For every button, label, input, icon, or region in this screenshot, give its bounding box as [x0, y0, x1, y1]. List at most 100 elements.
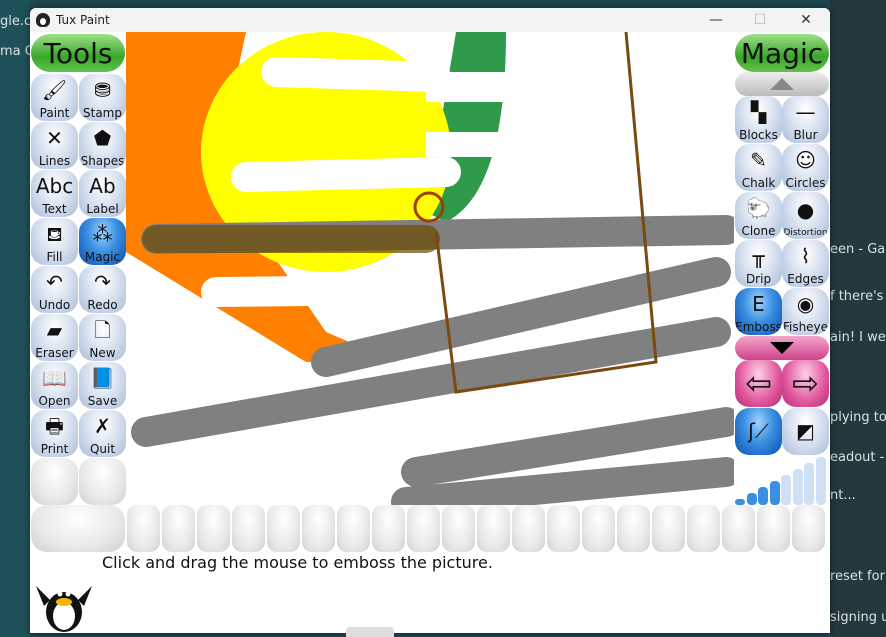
fullscreen-mode-icon: ◩: [796, 419, 815, 443]
paint-mode-button[interactable]: ʃ⟋: [735, 408, 782, 455]
color-swatch[interactable]: [197, 505, 230, 552]
tool-label: Stamp: [83, 106, 122, 120]
bg-text: nt...: [830, 488, 856, 503]
magic-label: Clone: [741, 224, 776, 238]
color-swatch[interactable]: [337, 505, 370, 552]
scroll-down-button[interactable]: [735, 336, 829, 360]
magic-drip[interactable]: ╥ Drip: [735, 240, 782, 287]
brush-size-selector[interactable]: [735, 456, 829, 505]
tux-icon: [36, 13, 50, 27]
tool-shapes[interactable]: ⬟ Shapes: [79, 122, 126, 169]
color-swatch[interactable]: [617, 505, 650, 552]
color-swatch[interactable]: [722, 505, 755, 552]
tool-print[interactable]: 🖶 Print: [31, 410, 78, 457]
color-swatch[interactable]: [582, 505, 615, 552]
tool-label[interactable]: Ab Label: [79, 170, 126, 217]
up-arrow-icon: [770, 78, 794, 90]
tool-label: Eraser: [35, 346, 74, 360]
color-swatch[interactable]: [477, 505, 510, 552]
bg-text: ma G: [0, 44, 30, 59]
drip-icon: ╥: [752, 244, 765, 268]
next-button[interactable]: ⇨: [782, 360, 829, 407]
scroll-up-button[interactable]: [735, 72, 829, 96]
magic-label: Distortion: [783, 228, 828, 238]
color-swatch[interactable]: [687, 505, 720, 552]
tool-magic[interactable]: ⁂ Magic: [79, 218, 126, 265]
tool-paint[interactable]: 🖌 Paint: [31, 74, 78, 121]
brush-size-option[interactable]: [746, 493, 757, 505]
tool-label: Redo: [87, 298, 118, 312]
color-swatch[interactable]: [267, 505, 300, 552]
tool-stamp[interactable]: ⛃ Stamp: [79, 74, 126, 121]
bg-text: f there's a: [830, 289, 886, 304]
bg-text: een - Gar: [830, 242, 886, 257]
drawing-canvas[interactable]: [126, 32, 734, 505]
maximize-button[interactable]: ☐: [738, 8, 782, 32]
tool-label: Open: [38, 394, 71, 408]
tool-label: Label: [86, 202, 119, 216]
label-icon: Ab: [89, 174, 116, 198]
tool-new[interactable]: 🗋 New: [79, 314, 126, 361]
tool-open[interactable]: 📖 Open: [31, 362, 78, 409]
tool-quit[interactable]: ✗ Quit: [79, 410, 126, 457]
fisheye-icon: ◉: [796, 292, 815, 316]
tool-lines[interactable]: ✕ Lines: [31, 122, 78, 169]
color-swatch[interactable]: [232, 505, 265, 552]
color-swatch[interactable]: [512, 505, 545, 552]
tool-save[interactable]: 📘 Save: [79, 362, 126, 409]
color-swatch[interactable]: [792, 505, 825, 552]
instruction-text: Click and drag the mouse to emboss the p…: [102, 553, 493, 572]
brush-size-option[interactable]: [781, 475, 791, 505]
color-swatch[interactable]: [407, 505, 440, 552]
color-swatch[interactable]: [757, 505, 790, 552]
tool-label: Text: [42, 202, 67, 216]
tool-redo[interactable]: ↷ Redo: [79, 266, 126, 313]
tux-paint-window: Tux Paint — ☐ ✕ Tools 🖌 Paint ⛃ Stamp ✕ Lines…: [30, 8, 830, 633]
close-button[interactable]: ✕: [784, 8, 828, 32]
bg-text: reset for t: [830, 569, 886, 584]
distortion-icon: ●: [796, 198, 815, 222]
tool-label: Undo: [38, 298, 71, 312]
white-stripe: [426, 132, 506, 157]
chalk-icon: ✎: [750, 148, 767, 172]
magic-fisheye[interactable]: ◉ Fisheye: [782, 288, 829, 335]
brush-size-option[interactable]: [758, 487, 768, 505]
scroll-handle[interactable]: [346, 627, 394, 637]
brush-size-option[interactable]: [769, 481, 780, 505]
color-swatch[interactable]: [442, 505, 475, 552]
color-swatch[interactable]: [652, 505, 685, 552]
minimize-button[interactable]: —: [694, 8, 738, 32]
color-swatch[interactable]: [547, 505, 580, 552]
magic-edges[interactable]: ⌇ Edges: [782, 240, 829, 287]
tool-text[interactable]: Abc Text: [31, 170, 78, 217]
magic-chalk[interactable]: ✎ Chalk: [735, 144, 782, 191]
open-book-icon: 📖: [42, 366, 67, 390]
color-swatch[interactable]: [127, 505, 160, 552]
tool-undo[interactable]: ↶ Undo: [31, 266, 78, 313]
color-swatch[interactable]: [302, 505, 335, 552]
paint-mode-icon: ʃ⟋: [748, 419, 769, 443]
magic-emboss[interactable]: E Emboss: [735, 288, 782, 335]
edges-icon: ⌇: [800, 244, 811, 268]
brush-size-option[interactable]: [804, 463, 814, 505]
brush-size-option[interactable]: [792, 469, 803, 505]
fullscreen-mode-button[interactable]: ◩: [782, 408, 829, 455]
color-swatch[interactable]: [372, 505, 405, 552]
magic-distortion[interactable]: ● Distortion: [782, 192, 829, 239]
tool-label: Quit: [89, 442, 116, 456]
emboss-icon: E: [752, 292, 765, 316]
magic-blocks[interactable]: ▚ Blocks: [735, 96, 782, 143]
color-swatch-large[interactable]: [31, 505, 125, 552]
brush-size-option[interactable]: [815, 457, 826, 505]
magic-blur[interactable]: — Blur: [782, 96, 829, 143]
magic-clone[interactable]: 🐑 Clone: [735, 192, 782, 239]
magic-label: Blocks: [739, 128, 778, 142]
printer-icon: 🖶: [45, 414, 64, 438]
tool-fill[interactable]: ⛾ Fill: [31, 218, 78, 265]
prev-button[interactable]: ⇦: [735, 360, 782, 407]
color-swatch[interactable]: [162, 505, 195, 552]
magic-circles[interactable]: ☺ Circles: [782, 144, 829, 191]
tool-eraser[interactable]: ▰ Eraser: [31, 314, 78, 361]
redo-icon: ↷: [94, 270, 111, 294]
tool-label: Save: [87, 394, 118, 408]
